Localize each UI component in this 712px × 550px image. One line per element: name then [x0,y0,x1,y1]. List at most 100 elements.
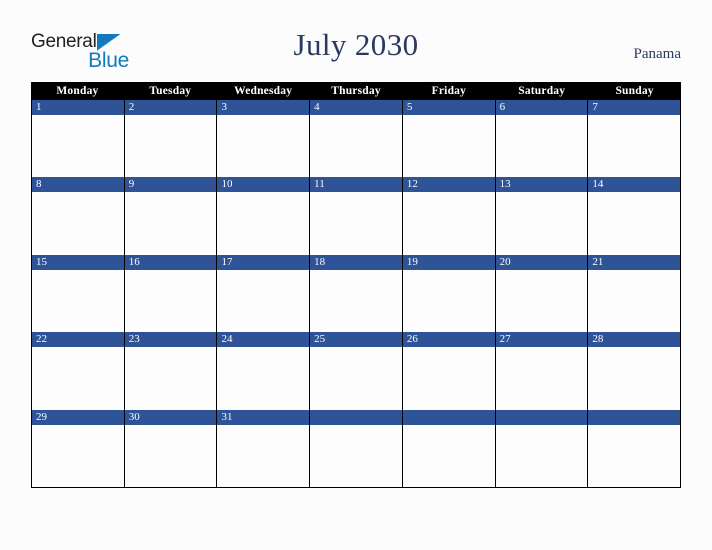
day-events-area[interactable] [402,424,495,487]
day-cell[interactable]: 14 [588,177,682,255]
day-events-area[interactable] [32,192,124,255]
day-events-area[interactable] [495,424,588,487]
day-number: 3 [217,100,310,115]
day-events-area[interactable] [217,269,310,333]
day-cell[interactable]: 11 [310,177,403,255]
day-cell[interactable]: 7 [588,100,682,178]
day-number: 31 [217,409,310,425]
day-events-area[interactable] [402,347,495,410]
day-events-area[interactable] [32,424,124,487]
day-cell[interactable]: 10 [217,177,311,255]
day-cell[interactable]: 30 [124,409,218,487]
day-cell[interactable]: 3 [217,100,311,178]
day-number: 7 [588,100,681,115]
day-events-area[interactable] [217,424,310,487]
day-number: 17 [217,254,310,270]
day-cell[interactable] [402,409,496,487]
weekday-monday: Monday [56,85,99,97]
day-number [402,409,495,425]
day-cell[interactable]: 15 [32,254,125,333]
day-number: 12 [402,177,495,193]
weekday-sunday: Sunday [615,85,654,97]
day-events-area[interactable] [588,192,681,255]
weekday-tuesday: Tuesday [149,85,192,97]
week-row: 8 9 10 11 12 13 14 [32,177,682,255]
day-cell[interactable]: 29 [32,409,125,487]
day-number: 28 [588,332,681,348]
day-events-area[interactable] [588,347,681,410]
day-events-area[interactable] [310,347,402,410]
day-events-area[interactable] [588,115,681,178]
calendar-page: General Blue July 2030 Panama Monday Tue… [0,0,712,550]
day-number: 1 [32,100,124,115]
day-number: 19 [402,254,495,270]
day-events-area[interactable] [495,115,588,178]
day-cell[interactable]: 24 [217,332,311,410]
day-cell[interactable] [588,409,682,487]
day-cell[interactable] [495,409,589,487]
location-label: Panama [633,46,681,62]
day-number: 21 [588,254,681,270]
week-row: 29 30 31 [32,409,682,487]
day-events-area[interactable] [310,269,402,333]
day-events-area[interactable] [124,424,217,487]
day-events-area[interactable] [402,269,495,333]
day-number: 26 [402,332,495,348]
day-number: 30 [124,409,217,425]
day-cell[interactable]: 6 [495,100,589,178]
day-cell[interactable]: 16 [124,254,218,333]
day-events-area[interactable] [217,347,310,410]
day-events-area[interactable] [310,424,402,487]
page-title: July 2030 [293,27,419,62]
day-events-area[interactable] [588,424,681,487]
day-events-area[interactable] [495,269,588,333]
day-cell[interactable]: 17 [217,254,311,333]
day-events-area[interactable] [495,347,588,410]
day-cell[interactable]: 18 [310,254,403,333]
day-cell[interactable]: 1 [32,100,125,178]
day-cell[interactable]: 4 [310,100,403,178]
day-events-area[interactable] [32,347,124,410]
day-cell[interactable]: 20 [495,254,589,333]
day-events-area[interactable] [588,269,681,333]
day-events-area[interactable] [124,115,217,178]
day-cell[interactable]: 5 [402,100,496,178]
calendar-weeks: 1 2 3 4 5 6 7 8 9 10 11 12 13 14 15 16 1… [31,100,682,488]
day-cell[interactable]: 23 [124,332,218,410]
day-cell[interactable]: 25 [310,332,403,410]
day-cell[interactable]: 8 [32,177,125,255]
day-cell[interactable]: 22 [32,332,125,410]
day-events-area[interactable] [495,192,588,255]
day-number: 8 [32,177,124,193]
day-events-area[interactable] [124,192,217,255]
day-number: 29 [32,409,124,425]
day-number [310,409,402,425]
day-events-area[interactable] [310,115,402,178]
day-cell[interactable]: 27 [495,332,589,410]
day-cell[interactable]: 12 [402,177,496,255]
day-cell[interactable]: 31 [217,409,311,487]
day-events-area[interactable] [217,115,310,178]
day-cell[interactable]: 21 [588,254,682,333]
day-events-area[interactable] [310,192,402,255]
weekday-saturday: Saturday [518,85,566,97]
day-events-area[interactable] [402,115,495,178]
calendar-grid: Monday Tuesday Wednesday Thursday Friday… [31,82,682,488]
day-number: 16 [124,254,217,270]
day-events-area[interactable] [32,269,124,333]
day-cell[interactable]: 2 [124,100,218,178]
day-number: 10 [217,177,310,193]
day-cell[interactable]: 9 [124,177,218,255]
day-events-area[interactable] [402,192,495,255]
weekday-header-row: Monday Tuesday Wednesday Thursday Friday… [31,82,681,100]
day-events-area[interactable] [124,269,217,333]
day-cell[interactable]: 28 [588,332,682,410]
day-cell[interactable]: 19 [402,254,496,333]
day-cell[interactable]: 26 [402,332,496,410]
day-cell[interactable] [310,409,403,487]
day-cell[interactable]: 13 [495,177,589,255]
day-events-area[interactable] [217,192,310,255]
day-events-area[interactable] [32,115,124,178]
day-events-area[interactable] [124,347,217,410]
day-number: 25 [310,332,402,348]
